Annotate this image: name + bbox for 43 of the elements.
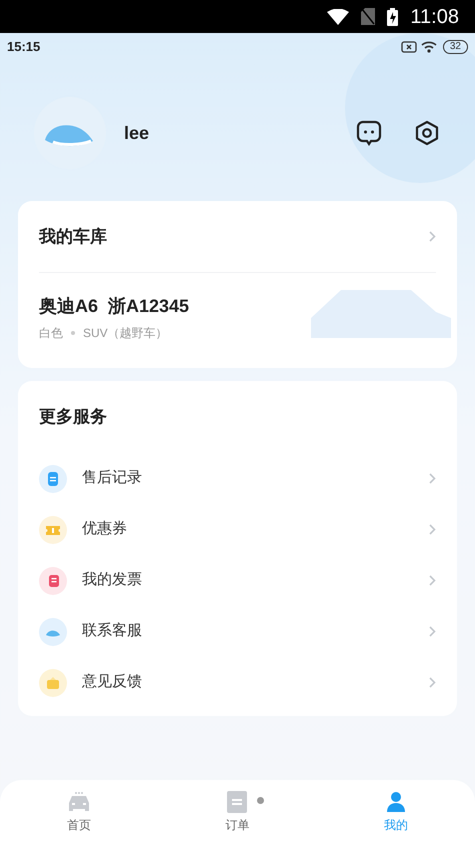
chevron-right-icon xyxy=(429,473,436,484)
service-label: 售后记录 xyxy=(82,468,143,488)
service-item[interactable]: 联系客服 xyxy=(39,606,436,657)
envelope-icon xyxy=(39,668,67,696)
battery-level: 32 xyxy=(442,40,468,54)
chevron-right-icon xyxy=(429,677,436,688)
service-label: 优惠券 xyxy=(82,519,128,540)
message-button[interactable] xyxy=(355,119,383,147)
chevron-right-icon xyxy=(429,575,436,586)
person-icon xyxy=(384,790,407,812)
username: lee xyxy=(124,122,150,144)
document-icon xyxy=(39,464,67,492)
document-icon xyxy=(227,790,248,812)
car-name: 奥迪A6 浙A12345 xyxy=(39,295,190,318)
settings-icon xyxy=(414,120,440,146)
nav-tab[interactable]: 订单 xyxy=(158,790,317,834)
service-item[interactable]: 我的发票 xyxy=(39,555,436,606)
car-color: 白色 xyxy=(39,325,63,342)
battery-charging-icon xyxy=(387,8,398,26)
nav-tab[interactable]: 首页 xyxy=(0,790,158,834)
ticket-icon xyxy=(39,516,67,544)
service-label: 我的发票 xyxy=(82,570,143,590)
settings-button[interactable] xyxy=(413,119,441,147)
car-type: SUV（越野车） xyxy=(83,325,168,342)
service-item[interactable]: 售后记录 xyxy=(39,453,436,504)
chevron-right-icon xyxy=(429,626,436,637)
chevron-right-icon xyxy=(429,524,436,535)
system-time: 11:08 xyxy=(410,4,459,30)
service-item[interactable]: 优惠券 xyxy=(39,504,436,555)
chevron-right-icon xyxy=(429,231,436,242)
no-sim-icon xyxy=(361,8,376,25)
section-title: 我的车库 xyxy=(39,226,107,248)
sim-off-icon xyxy=(400,41,417,53)
receipt-icon xyxy=(39,566,67,594)
service-label: 意见反馈 xyxy=(82,672,143,692)
garage-card[interactable]: 我的车库 奥迪A6 浙A12345 白色 SUV（越野车） xyxy=(18,201,457,368)
chat-icon xyxy=(356,120,382,146)
service-label: 联系客服 xyxy=(82,621,143,642)
section-title: 更多服务 xyxy=(39,406,107,428)
wifi-icon xyxy=(327,8,350,24)
service-item[interactable]: 意见反馈 xyxy=(39,657,436,708)
wifi-icon xyxy=(420,40,439,54)
app-status-time: 15:15 xyxy=(7,38,40,56)
